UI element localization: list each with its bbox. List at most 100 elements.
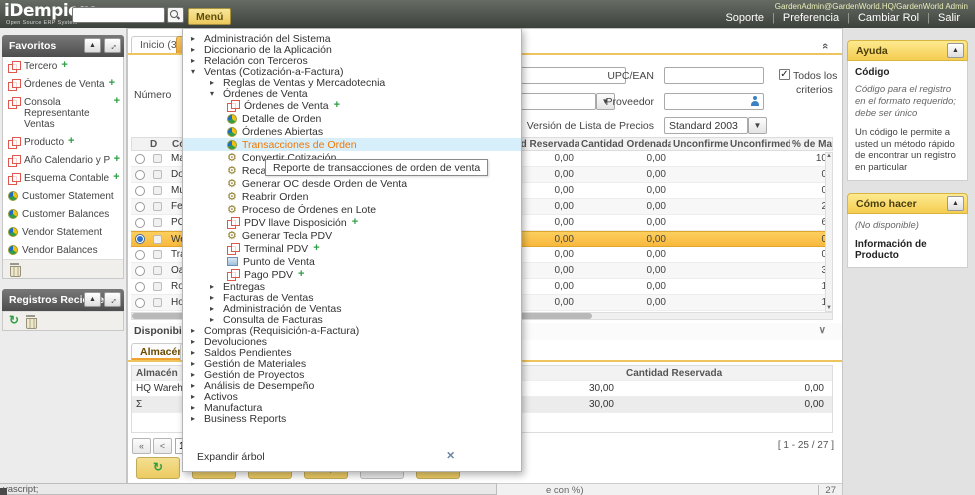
menu-item[interactable]: Ventas (Cotización-a-Factura): [183, 66, 521, 77]
collapse-panel-button[interactable]: ▲: [84, 38, 101, 53]
menu-item[interactable]: Manufactura: [183, 402, 521, 413]
row-radio[interactable]: [135, 154, 145, 164]
favorite-item[interactable]: Producto: [3, 133, 123, 151]
menu-item[interactable]: Pago PDV: [183, 268, 521, 281]
menu-item[interactable]: Órdenes Abiertas: [183, 125, 521, 138]
row-checkbox[interactable]: [153, 266, 162, 275]
row-checkbox[interactable]: [153, 186, 162, 195]
menu-item[interactable]: Consulta de Facturas: [183, 314, 521, 325]
row-radio[interactable]: [135, 202, 145, 212]
menu-item[interactable]: Devoluciones: [183, 336, 521, 347]
chevron-down-icon[interactable]: ∨: [819, 325, 826, 336]
menu-item[interactable]: Relación con Terceros: [183, 55, 521, 66]
row-checkbox[interactable]: [153, 170, 162, 179]
first-page-button[interactable]: «: [132, 438, 151, 454]
menu-item[interactable]: Reabrir Orden: [183, 190, 521, 203]
collapse-section-icon[interactable]: «: [822, 40, 828, 52]
trash-icon[interactable]: [9, 263, 20, 275]
add-favorite-icon[interactable]: [352, 218, 358, 227]
header-uqty[interactable]: Unconfirmed Qty: [671, 139, 728, 150]
favorite-item[interactable]: Vendor Statement: [3, 223, 123, 241]
expand-panel-button[interactable]: ↔: [104, 292, 121, 307]
favorite-item[interactable]: Vendor Balances: [3, 241, 123, 259]
logout-link[interactable]: Salir: [930, 12, 968, 24]
upc-field[interactable]: [664, 67, 764, 84]
row-checkbox[interactable]: [153, 154, 162, 163]
all-criteria-checkbox[interactable]: ✓: [779, 69, 790, 80]
search-button[interactable]: [167, 7, 184, 23]
menu-item[interactable]: Gestión de Materiales: [183, 358, 521, 369]
menu-item-selected[interactable]: Transacciones de Orden: [183, 138, 521, 151]
support-link[interactable]: Soporte: [717, 12, 772, 24]
vertical-scrollbar[interactable]: ▲▼: [825, 152, 833, 312]
menu-item[interactable]: Administración de Ventas: [183, 303, 521, 314]
menu-button[interactable]: Menú: [188, 8, 231, 25]
header-ordenada[interactable]: Cantidad Ordenada: [579, 139, 671, 150]
row-radio-selected[interactable]: [135, 234, 145, 244]
row-checkbox[interactable]: [153, 282, 162, 291]
menu-item[interactable]: PDV llave Disposición: [183, 216, 521, 229]
menu-item[interactable]: Entregas: [183, 281, 521, 292]
add-favorite-icon[interactable]: [114, 155, 120, 164]
expand-panel-button[interactable]: ↔: [104, 38, 121, 53]
add-favorite-icon[interactable]: [61, 61, 67, 70]
header-margen[interactable]: % de Margen: [790, 139, 832, 150]
collapse-tree-icon[interactable]: ✕: [446, 450, 455, 462]
row-checkbox[interactable]: [153, 235, 162, 244]
add-favorite-icon[interactable]: [313, 244, 319, 253]
menu-item[interactable]: Business Reports: [183, 413, 521, 424]
menu-item[interactable]: Terminal PDV: [183, 242, 521, 255]
menu-item[interactable]: Órdenes de Venta: [183, 88, 521, 99]
menu-item[interactable]: Punto de Venta: [183, 255, 521, 268]
add-favorite-icon[interactable]: [298, 270, 304, 279]
business-partner-icon[interactable]: [750, 96, 760, 106]
favorite-item[interactable]: Esquema Contable: [3, 169, 123, 187]
add-favorite-icon[interactable]: [109, 79, 115, 88]
favorite-item[interactable]: Customer Statement: [3, 187, 123, 205]
menu-item[interactable]: Generar OC desde Orden de Venta: [183, 177, 521, 190]
scroll-down-icon[interactable]: ▼: [826, 305, 832, 311]
add-favorite-icon[interactable]: [68, 137, 74, 146]
menu-item[interactable]: Saldos Pendientes: [183, 347, 521, 358]
preferences-link[interactable]: Preferencia: [775, 12, 847, 24]
row-checkbox[interactable]: [153, 298, 162, 307]
row-radio[interactable]: [135, 298, 145, 308]
favorite-item[interactable]: Customer Balances: [3, 205, 123, 223]
row-radio[interactable]: [135, 170, 145, 180]
proveedor-field[interactable]: [664, 93, 764, 110]
change-role-link[interactable]: Cambiar Rol: [850, 12, 927, 24]
row-checkbox[interactable]: [153, 218, 162, 227]
prev-page-button[interactable]: <: [153, 438, 172, 454]
header-reservada[interactable]: Cantidad Reservada: [622, 368, 832, 379]
row-radio[interactable]: [135, 218, 145, 228]
menu-item[interactable]: Análisis de Desempeño: [183, 380, 521, 391]
menu-item[interactable]: Administración del Sistema: [183, 33, 521, 44]
header-umove[interactable]: Unconfirmed Move: [728, 139, 790, 150]
menu-item[interactable]: Proceso de Órdenes en Lote: [183, 203, 521, 216]
menu-item[interactable]: Órdenes de Venta: [183, 99, 521, 112]
row-checkbox[interactable]: [153, 202, 162, 211]
favorite-item[interactable]: Tercero: [3, 57, 123, 75]
menu-item[interactable]: Diccionario de la Aplicación: [183, 44, 521, 55]
menu-item[interactable]: Reglas de Ventas y Mercadotecnia: [183, 77, 521, 88]
menu-item[interactable]: Detalle de Orden: [183, 112, 521, 125]
scroll-up-icon[interactable]: ▲: [826, 153, 832, 159]
favorite-item[interactable]: Consola Representante Ventas: [3, 93, 123, 133]
refresh-icon[interactable]: [9, 315, 19, 327]
expand-tree-link[interactable]: Expandir árbol: [197, 451, 265, 463]
menu-item[interactable]: Facturas de Ventas: [183, 292, 521, 303]
menu-item[interactable]: Activos: [183, 391, 521, 402]
add-favorite-icon[interactable]: [334, 101, 340, 110]
menu-item[interactable]: Generar Tecla PDV: [183, 229, 521, 242]
header-d[interactable]: D: [150, 139, 170, 150]
menu-item[interactable]: Compras (Requisición-a-Factura): [183, 325, 521, 336]
row-radio[interactable]: [135, 266, 145, 276]
menu-item[interactable]: Gestión de Proyectos: [183, 369, 521, 380]
favorite-item[interactable]: Órdenes de Venta: [3, 75, 123, 93]
collapse-panel-button[interactable]: ▲: [947, 43, 964, 58]
row-checkbox[interactable]: [153, 250, 162, 259]
refresh-button[interactable]: [136, 457, 180, 479]
trash-icon[interactable]: [25, 315, 36, 327]
price-list-version-field[interactable]: Standard 2003: [664, 117, 748, 134]
favorite-item[interactable]: Año Calendario y Período: [3, 151, 123, 169]
